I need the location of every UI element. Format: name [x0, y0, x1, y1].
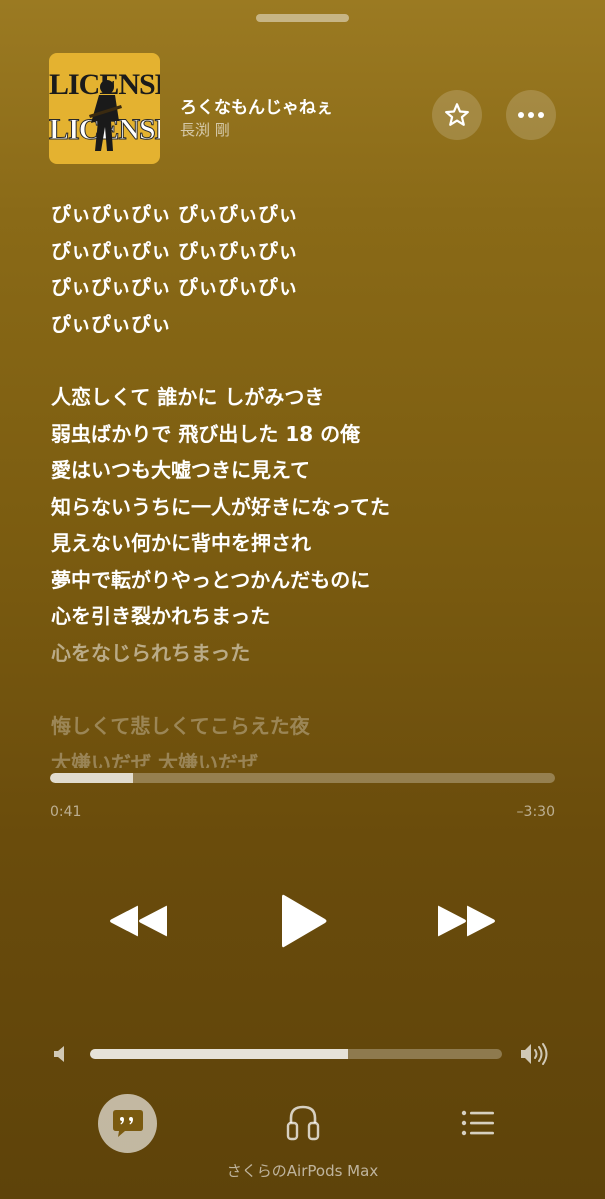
previous-track-button[interactable]: [104, 896, 172, 946]
star-outline-icon: [445, 103, 469, 126]
lyric-line[interactable]: 夢中で転がりやっとつかんだものに: [51, 562, 571, 599]
song-title[interactable]: ろくなもんじゃねぇ: [180, 93, 333, 118]
output-device-label[interactable]: さくらのAirPods Max: [0, 1160, 605, 1181]
lyric-line[interactable]: 見えない何かに背中を押され: [51, 525, 571, 562]
backward-icon: [110, 905, 167, 937]
lyric-line[interactable]: 愛はいつも大嘘つきに見えて: [51, 452, 571, 489]
remaining-time: –3:30: [516, 804, 555, 820]
airplay-button[interactable]: [282, 1100, 324, 1146]
lyric-line[interactable]: ぴぃぴぃぴぃ ぴぃぴぃぴぃ: [51, 269, 571, 306]
favorite-button[interactable]: [432, 90, 482, 140]
lyric-line[interactable]: ぴぃぴぃぴぃ ぴぃぴぃぴぃ: [51, 196, 571, 233]
volume-low-icon: [50, 1043, 70, 1065]
play-button[interactable]: [272, 886, 336, 956]
album-art-figure: [89, 80, 122, 151]
lyric-line[interactable]: 悔しくて悲しくてこらえた夜: [51, 708, 571, 745]
lyrics-panel[interactable]: ぴぃぴぃぴぃ ぴぃぴぃぴぃ ぴぃぴぃぴぃ ぴぃぴぃぴぃ ぴぃぴぃぴぃ ぴぃぴぃぴ…: [51, 196, 571, 768]
lyric-line[interactable]: 弱虫ばかりで 飛び出した 18 の俺: [51, 416, 571, 453]
lyrics-button[interactable]: [98, 1094, 157, 1153]
lyrics-stanza: 人恋しくて 誰かに しがみつき 弱虫ばかりで 飛び出した 18 の俺 愛はいつも…: [51, 379, 571, 671]
more-options-button[interactable]: [506, 90, 556, 140]
lyric-line[interactable]: 心をなじられちまった: [51, 635, 571, 672]
queue-button[interactable]: [456, 1104, 500, 1142]
volume-high-icon: [519, 1040, 553, 1068]
lyric-line[interactable]: ぴぃぴぃぴぃ ぴぃぴぃぴぃ: [51, 233, 571, 270]
lyrics-stanza: ぴぃぴぃぴぃ ぴぃぴぃぴぃ ぴぃぴぃぴぃ ぴぃぴぃぴぃ ぴぃぴぃぴぃ ぴぃぴぃぴ…: [51, 196, 571, 342]
airpods-max-icon: [286, 1105, 320, 1141]
lyrics-stanza: 悔しくて悲しくてこらえた夜 大嫌いだぜ 大嫌いだぜ: [51, 708, 571, 768]
lyric-line[interactable]: 知らないうちに一人が好きになってた: [51, 489, 571, 526]
forward-icon: [438, 905, 495, 937]
list-icon: [461, 1110, 494, 1136]
playback-scrubber[interactable]: [50, 773, 555, 783]
lyric-line[interactable]: 大嫌いだぜ 大嫌いだぜ: [51, 745, 571, 769]
lyric-line[interactable]: ぴぃぴぃぴぃ: [51, 306, 571, 343]
lyric-line[interactable]: 人恋しくて 誰かに しがみつき: [51, 379, 571, 416]
next-track-button[interactable]: [433, 896, 501, 946]
album-artwork[interactable]: LICENSE LICENSE: [49, 53, 160, 164]
quote-bubble-icon: [112, 1109, 143, 1137]
lyric-line[interactable]: 心を引き裂かれちまった: [51, 598, 571, 635]
sheet-grabber[interactable]: [256, 14, 349, 22]
elapsed-time: 0:41: [50, 804, 82, 820]
song-artist[interactable]: 長渕 剛: [180, 119, 230, 140]
ellipsis-icon: [518, 112, 544, 118]
play-icon: [282, 894, 327, 948]
playback-progress-fill: [50, 773, 133, 783]
volume-slider[interactable]: [90, 1049, 502, 1059]
volume-level-fill: [90, 1049, 348, 1059]
